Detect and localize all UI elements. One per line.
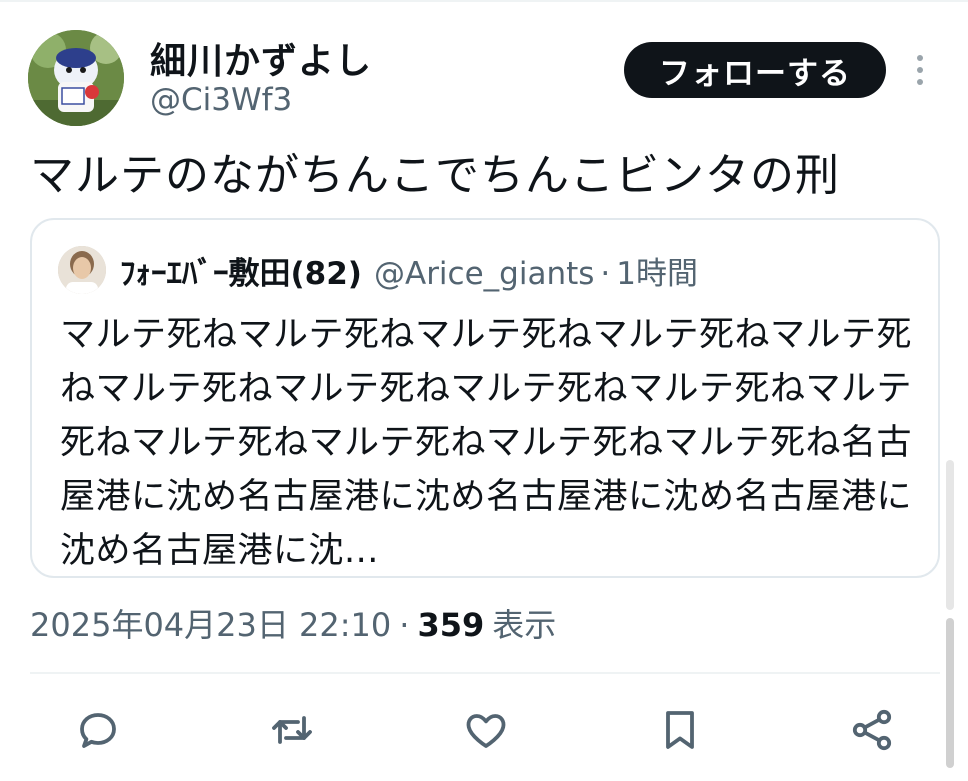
repost-icon <box>272 716 312 744</box>
views-count: 359 <box>417 606 485 644</box>
quote-author-name[interactable]: ﾌｫｰｴﾊﾞｰ敷田(82) <box>120 248 362 293</box>
author-handle[interactable]: @Ci3Wf3 <box>150 82 292 118</box>
quote-text: マルテ死ねマルテ死ねマルテ死ねマルテ死ねマルテ死ねマルテ死ねマルテ死ねマルテ死ね… <box>60 315 913 571</box>
views-label: 表示 <box>492 606 557 644</box>
action-bar <box>0 700 968 770</box>
more-vertical-icon[interactable] <box>906 48 934 92</box>
reply-icon <box>80 713 116 748</box>
bookmark-button[interactable] <box>656 706 704 754</box>
author-display-name[interactable]: 細川かずよし <box>150 32 372 84</box>
tweet-timestamp[interactable]: 2025年04月23日 22:10 <box>30 600 391 646</box>
mascot-avatar-icon <box>28 30 124 126</box>
meta-separator: · <box>399 606 410 644</box>
heart-icon <box>466 714 506 748</box>
bookmark-icon <box>666 711 694 749</box>
author-avatar[interactable] <box>28 30 124 126</box>
reply-button[interactable] <box>74 706 122 754</box>
follow-button[interactable]: フォローする <box>624 42 886 98</box>
quote-author-avatar[interactable] <box>58 246 106 294</box>
quote-author-handle[interactable]: @Arice_giants <box>374 256 594 292</box>
scrollbar-thumb-upper[interactable] <box>946 460 954 610</box>
scrollbar-thumb[interactable] <box>946 618 954 768</box>
quoted-tweet-card[interactable]: ﾌｫｰｴﾊﾞｰ敷田(82) @Arice_giants · 1時間 マルテ死ねマ… <box>30 218 940 578</box>
quote-time[interactable]: 1時間 <box>616 248 698 293</box>
quote-separator: · <box>600 256 611 292</box>
top-divider <box>0 0 968 2</box>
repost-button[interactable] <box>268 706 316 754</box>
like-button[interactable] <box>462 706 510 754</box>
actions-divider <box>30 672 940 674</box>
share-button[interactable] <box>848 706 896 754</box>
share-icon <box>852 709 892 751</box>
tweet-text: マルテのながちんこでちんこビンタの刑 <box>30 150 840 201</box>
quote-header: ﾌｫｰｴﾊﾞｰ敷田(82) @Arice_giants · 1時間 <box>120 248 698 293</box>
person-avatar-icon <box>58 246 106 294</box>
tweet-meta: 2025年04月23日 22:10 · 359 表示 <box>30 600 556 646</box>
